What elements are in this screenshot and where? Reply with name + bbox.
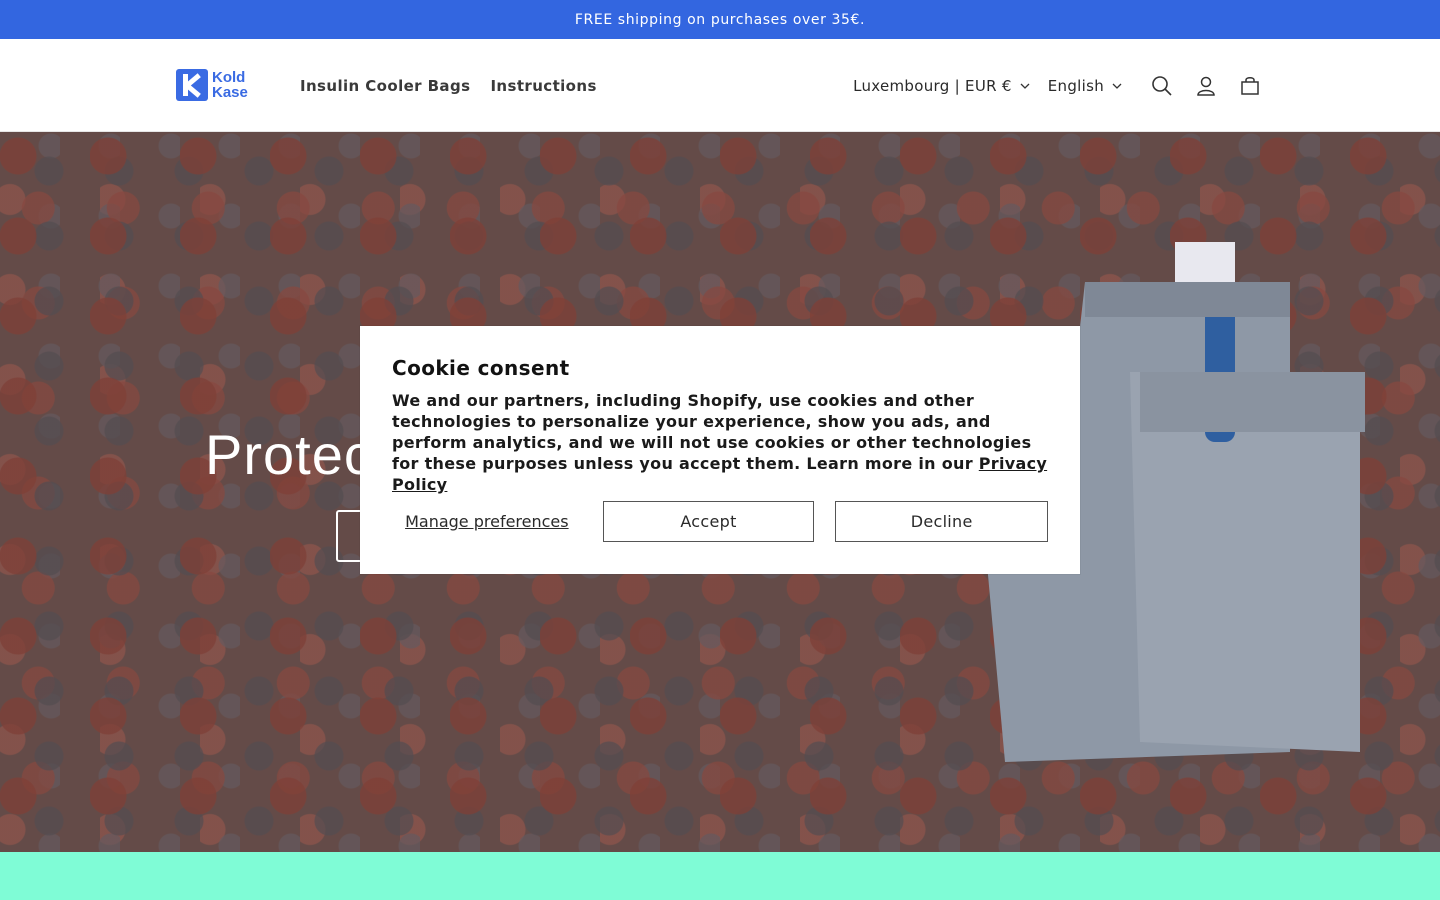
bottom-section (0, 852, 1440, 900)
cookie-body: We and our partners, including Shopify, … (392, 390, 1048, 495)
cookie-actions: Manage preferences Accept Decline (392, 501, 1048, 542)
country-selector-label: Luxembourg | EUR € (853, 76, 1012, 95)
language-selector-label: English (1047, 76, 1104, 95)
search-icon (1152, 75, 1172, 96)
cart-icon (1241, 76, 1259, 95)
announcement-text: FREE shipping on purchases over 35€. (574, 11, 866, 28)
logo[interactable]: Kold Kase (176, 69, 248, 101)
logo-text: Kold Kase (212, 70, 248, 100)
cookie-title: Cookie consent (392, 356, 570, 380)
decline-button[interactable]: Decline (835, 501, 1048, 542)
announcement-bar: FREE shipping on purchases over 35€. (0, 0, 1440, 39)
cookie-body-text: We and our partners, including Shopify, … (392, 391, 1032, 473)
logo-line1: Kold (212, 69, 246, 86)
country-selector[interactable]: Luxembourg | EUR € (853, 77, 1030, 95)
search-button[interactable] (1140, 64, 1184, 108)
manage-preferences-button[interactable]: Manage preferences (392, 512, 582, 531)
logo-mark-icon (176, 69, 208, 101)
logo-line2: Kase (212, 84, 248, 101)
language-selector[interactable]: English (1048, 77, 1122, 95)
cookie-consent-dialog: Cookie consent We and our partners, incl… (360, 326, 1080, 574)
header-tools: Luxembourg | EUR € English (853, 39, 1272, 132)
site-header: Kold Kase Insulin Cooler Bags Instructio… (0, 39, 1440, 132)
cart-button[interactable] (1228, 64, 1272, 108)
chevron-down-icon (1020, 83, 1030, 89)
account-button[interactable] (1184, 64, 1228, 108)
chevron-down-icon (1112, 83, 1122, 89)
nav-item-instructions[interactable]: Instructions (480, 77, 606, 95)
accept-button[interactable]: Accept (602, 501, 815, 542)
hero-title: Protec (205, 423, 373, 486)
account-icon (1197, 76, 1215, 96)
nav-item-insulin-cooler-bags[interactable]: Insulin Cooler Bags (290, 77, 480, 95)
main-nav: Insulin Cooler Bags Instructions (290, 39, 607, 132)
